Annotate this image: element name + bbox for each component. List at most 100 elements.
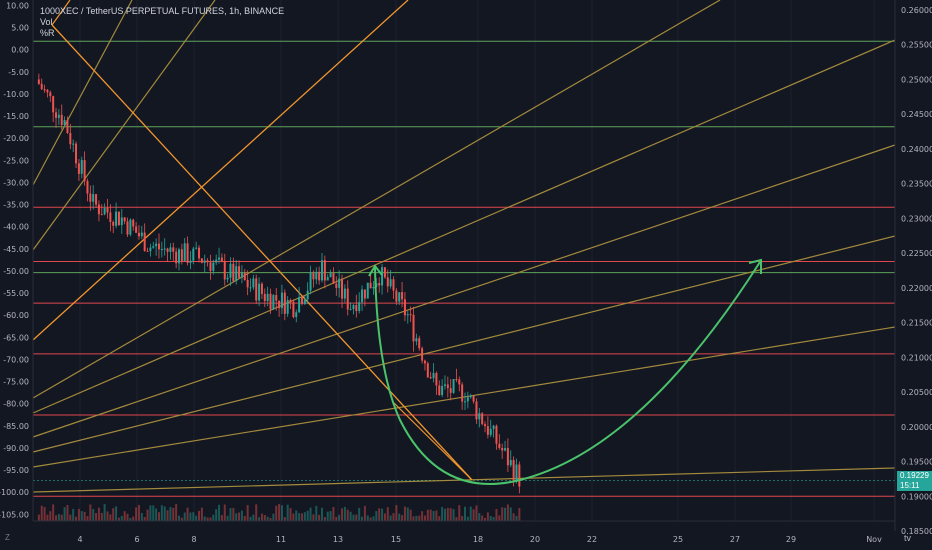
volume-bar: [309, 507, 312, 521]
price-tick-label: 0.23500: [901, 180, 932, 189]
candle-body: [292, 301, 295, 318]
volume-bar: [381, 508, 384, 521]
williams-r-tick-label: -35.00: [3, 201, 29, 210]
time-tick-label: 15: [391, 535, 401, 544]
chart-background: [0, 0, 932, 550]
candle-body: [280, 292, 283, 309]
volume-bar: [135, 507, 138, 521]
volume-bar: [112, 508, 115, 521]
candle-body: [238, 266, 241, 278]
volume-bar: [89, 504, 92, 521]
volume-bar: [332, 506, 335, 521]
candle-body: [157, 243, 160, 250]
volume-bar: [195, 515, 198, 521]
symbol-title[interactable]: 1000XEC / TetherUS PERPETUAL FUTURES, 1h…: [40, 6, 284, 17]
volume-bar: [92, 509, 95, 521]
candle-body: [481, 413, 484, 425]
candle-body: [309, 272, 312, 291]
candle-body: [143, 232, 146, 251]
volume-bar: [169, 507, 172, 521]
candle-body: [346, 288, 349, 310]
candle-body: [409, 314, 412, 316]
williams-r-tick-label: 5.00: [11, 24, 29, 33]
candle-body: [338, 278, 341, 288]
candle-body: [255, 278, 258, 301]
volume-bar: [289, 508, 292, 521]
time-tick-label: 11: [276, 535, 286, 544]
candle-body: [183, 243, 186, 262]
volume-bar: [286, 504, 289, 521]
candle-body: [80, 160, 83, 174]
candle-body: [95, 194, 98, 205]
time-tick-label: 29: [786, 535, 796, 544]
volume-bar: [303, 512, 306, 521]
volume-bar: [175, 504, 178, 521]
candle-body: [441, 385, 444, 396]
candle-body: [40, 83, 43, 90]
volume-bar: [272, 513, 275, 521]
volume-bar: [398, 513, 401, 521]
williams-r-tick-label: -70.00: [3, 355, 29, 364]
volume-bar: [312, 514, 315, 521]
volume-bar: [435, 510, 438, 521]
candle-body: [363, 289, 366, 299]
candle-body: [378, 283, 381, 286]
candle-body: [258, 283, 261, 301]
price-tick-label: 0.23000: [901, 214, 932, 223]
candle-body: [332, 273, 335, 284]
volume-bar: [123, 511, 126, 521]
candle-body: [321, 260, 323, 281]
candle-body: [329, 273, 332, 278]
candle-body: [198, 247, 201, 259]
candle-body: [129, 219, 132, 235]
volume-bar: [315, 505, 318, 521]
candle-body: [175, 251, 178, 264]
candle-body: [97, 204, 100, 215]
candle-body: [423, 360, 426, 364]
volume-bar: [246, 505, 249, 521]
williams-r-tick-label: -75.00: [3, 378, 29, 387]
candle-body: [229, 263, 232, 278]
price-tick-label: 0.19500: [901, 458, 932, 467]
candle-body: [249, 287, 252, 289]
timezone-icon[interactable]: Z: [5, 533, 10, 542]
candle-body: [60, 114, 63, 125]
volume-bar: [352, 514, 355, 521]
candle-body: [306, 290, 309, 300]
chart-canvas[interactable]: 10.00 5.00 0.00 -5.00 -10.00 -15.00 -20.00 -25.…: [0, 0, 932, 550]
volume-bar: [100, 512, 103, 521]
volume-bar: [395, 505, 398, 521]
candle-body: [418, 338, 421, 349]
candle-body: [464, 401, 466, 403]
volume-bar: [518, 508, 521, 521]
volume-indicator-label[interactable]: Vol: [40, 17, 284, 28]
candle-body: [180, 249, 183, 262]
candle-body: [120, 217, 123, 226]
volume-bar: [69, 514, 72, 521]
volume-bar: [292, 513, 295, 521]
candle-body: [352, 305, 355, 310]
candle-body: [155, 243, 158, 247]
candle-body: [160, 249, 163, 251]
volume-bar: [40, 505, 43, 521]
volume-bar: [418, 515, 421, 521]
current-price-value: 0.19229: [900, 471, 929, 480]
candle-body: [232, 263, 235, 282]
candle-body: [392, 279, 395, 291]
candle-body: [178, 249, 180, 264]
volume-bar: [192, 512, 195, 521]
williams-r-tick-label: -90.00: [3, 444, 29, 453]
volume-bar: [232, 508, 235, 521]
volume-bar: [209, 517, 212, 521]
volume-bar: [220, 515, 223, 521]
volume-bar: [149, 505, 152, 521]
candle-body: [117, 211, 120, 226]
volume-bar: [95, 512, 98, 521]
candle-body: [135, 226, 138, 233]
williams-r-indicator-label[interactable]: %R: [40, 28, 284, 39]
candle-body: [335, 283, 338, 288]
candle-body: [266, 293, 269, 302]
volume-bar: [115, 506, 118, 521]
williams-r-tick-label: -100.00: [0, 488, 29, 497]
price-tick-label: 0.24000: [901, 145, 932, 154]
